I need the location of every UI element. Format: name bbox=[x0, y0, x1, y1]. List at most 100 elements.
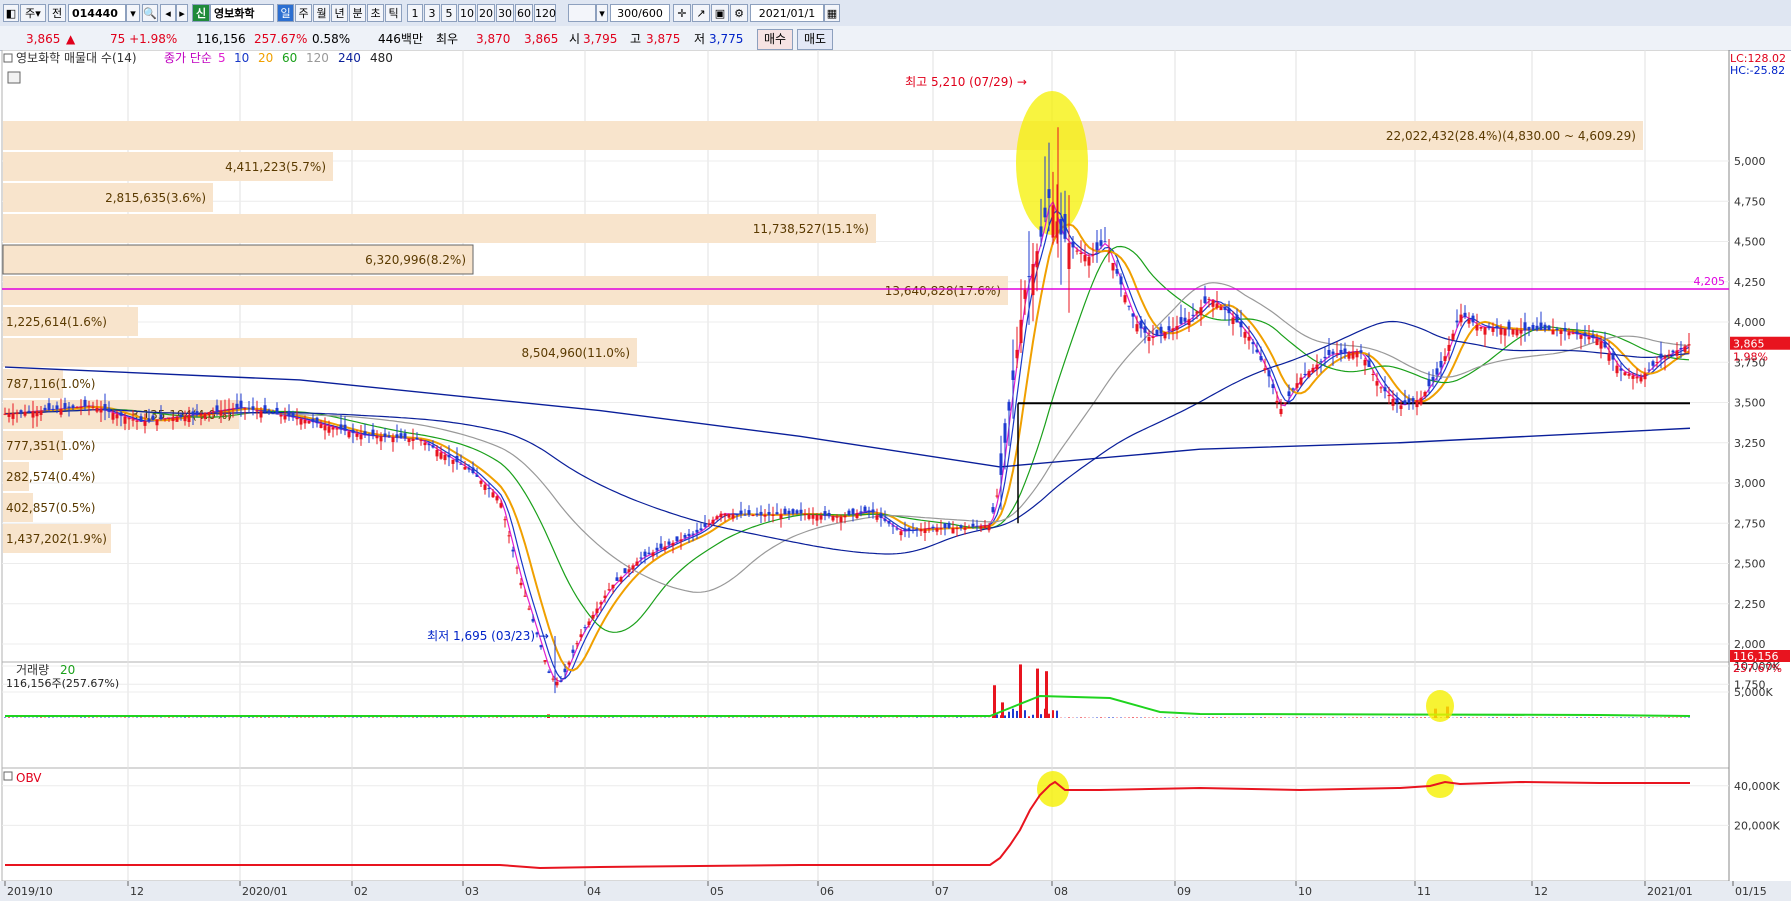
code-input[interactable]: 014440 bbox=[68, 4, 126, 22]
candle-body bbox=[67, 406, 71, 408]
x-tick: 10 bbox=[1298, 885, 1312, 898]
crosshair-icon[interactable]: ✛ bbox=[673, 4, 691, 22]
candle-body bbox=[1319, 361, 1323, 363]
volume-bar bbox=[1360, 717, 1362, 718]
candle-body bbox=[895, 528, 899, 530]
quote-bar: 3,865 ▲ 75 +1.98% 116,156 257.67% 0.58% … bbox=[0, 26, 1791, 51]
candle-body bbox=[975, 525, 979, 527]
candle-body bbox=[987, 524, 991, 531]
candle-body bbox=[1247, 336, 1251, 341]
candle-body bbox=[115, 414, 119, 419]
calendar-icon[interactable]: ▦ bbox=[824, 4, 840, 22]
interval-2[interactable]: 월 bbox=[313, 4, 330, 22]
candle-body bbox=[383, 433, 387, 437]
volume-bar bbox=[312, 717, 314, 718]
volume-bar bbox=[1012, 708, 1014, 718]
ma-period-120: 120 bbox=[306, 51, 329, 65]
candle-body bbox=[43, 407, 47, 411]
period-select[interactable]: 주▾ bbox=[20, 4, 46, 22]
candle-body bbox=[779, 514, 783, 519]
volume-value: 116,156 bbox=[196, 32, 246, 46]
minute-60[interactable]: 60 bbox=[515, 4, 533, 22]
candle-body bbox=[255, 410, 259, 412]
volume-spike bbox=[1019, 664, 1022, 718]
search-icon[interactable]: 🔍 bbox=[142, 4, 158, 22]
minute-1[interactable]: 1 bbox=[407, 4, 423, 22]
volume-profile-label: 402,857(0.5%) bbox=[6, 501, 95, 515]
x-tick: 01/15 bbox=[1735, 885, 1767, 898]
date-input[interactable]: 2021/01/1 bbox=[750, 4, 824, 22]
layout-icon[interactable]: ◧ bbox=[3, 4, 19, 22]
volume-profile-label: 787,116(1.0%) bbox=[6, 377, 95, 391]
candle-body bbox=[599, 602, 603, 605]
candle-body bbox=[491, 492, 495, 498]
interval-6[interactable]: 틱 bbox=[385, 4, 402, 22]
buy-button[interactable]: 매수 bbox=[757, 29, 794, 50]
minute-120[interactable]: 120 bbox=[534, 4, 556, 22]
candle-body bbox=[879, 513, 883, 519]
minute-3[interactable]: 3 bbox=[424, 4, 440, 22]
minute-10[interactable]: 10 bbox=[458, 4, 476, 22]
candle-body bbox=[543, 660, 547, 662]
candle-body bbox=[1527, 326, 1531, 331]
gear-icon[interactable]: ⚙ bbox=[730, 4, 748, 22]
count-input[interactable]: 300/600 bbox=[610, 4, 670, 22]
candle-body bbox=[1231, 317, 1235, 324]
candle-body bbox=[1619, 368, 1623, 371]
candle-body bbox=[767, 511, 771, 515]
minute-30[interactable]: 30 bbox=[496, 4, 514, 22]
volume-bar bbox=[332, 717, 334, 718]
interval-1[interactable]: 주 bbox=[295, 4, 312, 22]
candle-body bbox=[939, 528, 943, 530]
sell-button[interactable]: 매도 bbox=[797, 29, 834, 50]
volume-profile-label: 8,504,960(11.0%) bbox=[521, 346, 630, 360]
interval-3[interactable]: 년 bbox=[331, 4, 348, 22]
save-icon[interactable]: ▣ bbox=[711, 4, 729, 22]
draw-icon[interactable]: ↗ bbox=[692, 4, 710, 22]
blank-select[interactable] bbox=[568, 4, 596, 22]
minute-20[interactable]: 20 bbox=[477, 4, 495, 22]
candle-body bbox=[75, 407, 79, 409]
prev-icon[interactable]: ◂ bbox=[160, 4, 176, 22]
candle-body bbox=[187, 415, 191, 423]
next-icon[interactable]: ▸ bbox=[176, 4, 188, 22]
candle-body bbox=[195, 411, 199, 415]
candle-body bbox=[835, 516, 839, 518]
stock-name: 영보화학 bbox=[210, 4, 274, 22]
market-button[interactable]: 전 bbox=[48, 4, 66, 22]
candle-body bbox=[811, 514, 815, 519]
candle-body bbox=[363, 431, 367, 436]
volume-bar bbox=[1600, 717, 1602, 718]
volume-bar bbox=[1212, 717, 1214, 718]
volume-bar bbox=[124, 717, 126, 718]
interval-0[interactable]: 일 bbox=[277, 4, 294, 22]
volume-bar bbox=[372, 717, 374, 718]
volume-bar bbox=[880, 717, 882, 718]
volume-ratio: 257.67% bbox=[254, 32, 308, 46]
candle-body bbox=[1447, 344, 1451, 352]
candle-body bbox=[479, 480, 483, 484]
candle-body bbox=[655, 547, 659, 551]
candle-body bbox=[1223, 306, 1227, 310]
candle-body bbox=[31, 411, 35, 418]
candle-body bbox=[751, 514, 755, 516]
candle-body bbox=[555, 681, 559, 686]
candle-body bbox=[635, 561, 639, 566]
grid-icon[interactable] bbox=[7, 71, 21, 84]
volume-bar bbox=[1640, 717, 1642, 718]
candle-body bbox=[295, 418, 299, 420]
minute-5[interactable]: 5 bbox=[441, 4, 457, 22]
candle-body bbox=[419, 440, 423, 442]
candle-body bbox=[19, 410, 23, 413]
candle-body bbox=[279, 415, 283, 417]
x-tick: 12 bbox=[130, 885, 144, 898]
candle-body bbox=[111, 413, 115, 420]
interval-5[interactable]: 초 bbox=[367, 4, 384, 22]
code-dropdown-icon[interactable]: ▾ bbox=[126, 4, 140, 22]
candle-body bbox=[1327, 349, 1331, 356]
chevron-down-icon[interactable]: ▾ bbox=[596, 4, 608, 22]
candle-body bbox=[407, 438, 411, 443]
interval-4[interactable]: 분 bbox=[349, 4, 366, 22]
candle-body bbox=[1115, 269, 1119, 274]
chart-area[interactable]: 22,022,432(28.4%)(4,830.00 ~ 4,609.29) 4,… bbox=[0, 50, 1791, 901]
